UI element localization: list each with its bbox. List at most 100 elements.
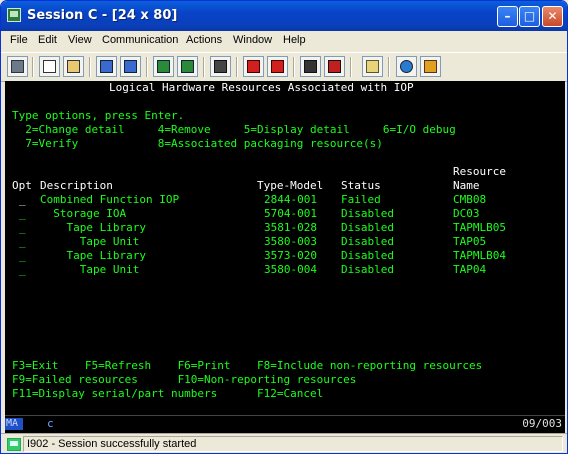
paste-button[interactable]: [63, 56, 84, 77]
option-input-field[interactable]: _: [19, 207, 26, 221]
row-description: Tape Library: [40, 249, 146, 262]
row-type-model: 3581-028: [264, 221, 317, 234]
keyboard-icon: [214, 60, 227, 73]
screen-heading: Logical Hardware Resources Associated wi…: [109, 81, 414, 94]
session-icon[interactable]: [7, 8, 21, 22]
options-line-1: 2=Change detail 4=Remove 5=Display detai…: [12, 123, 456, 136]
row-description: Tape Unit: [40, 235, 140, 248]
menu-communication[interactable]: Communication: [102, 34, 178, 46]
globe-button[interactable]: [396, 56, 417, 77]
row-type-model: 5704-001: [264, 207, 317, 220]
toolbar-separator: [32, 57, 34, 77]
row-description: Storage IOA: [40, 207, 127, 220]
close-button[interactable]: ✕: [542, 6, 563, 27]
receive-file-icon: [124, 60, 137, 73]
row-description: Tape Library: [40, 221, 146, 234]
copy-icon: [43, 60, 56, 73]
toolbar-separator: [89, 57, 91, 77]
row-type-model: 2844-001: [264, 193, 317, 206]
column-name-header: Name: [453, 179, 480, 192]
function-keys-line-1: F3=Exit F5=Refresh F6=Print F8=Include n…: [12, 359, 483, 372]
option-input-field[interactable]: _: [19, 263, 26, 277]
run-macro-button[interactable]: [324, 56, 345, 77]
row-type-model: 3580-004: [264, 263, 317, 276]
keyboard-button[interactable]: [210, 56, 231, 77]
title-bar[interactable]: Session C - [24 x 80] – □ ✕: [1, 1, 567, 31]
stop-macro-button[interactable]: [267, 56, 288, 77]
maximize-button[interactable]: □: [519, 6, 540, 27]
row-resource-name: TAPMLB04: [453, 249, 506, 262]
run-macro-icon: [328, 60, 341, 73]
paste-icon: [67, 60, 80, 73]
options-line-2: 7=Verify 8=Associated packaging resource…: [12, 137, 383, 150]
row-status: Disabled: [341, 249, 394, 262]
function-keys-line-2: F9=Failed resources F10=Non-reporting re…: [12, 373, 357, 386]
stop-macro-icon: [271, 60, 284, 73]
menu-bar: File Edit View Communication Actions Win…: [1, 31, 567, 51]
row-status: Failed: [341, 193, 381, 206]
window-title: Session C - [24 x 80]: [27, 8, 178, 23]
column-type-model-header: Type-Model: [257, 179, 324, 192]
emulator-window: Session C - [24 x 80] – □ ✕ File Edit Vi…: [0, 0, 568, 454]
quick-settings-icon: [181, 60, 194, 73]
play-macro-icon: [304, 60, 317, 73]
toolbar-separator: [236, 57, 238, 77]
option-input-field[interactable]: _: [19, 193, 26, 207]
row-resource-name: DC03: [453, 207, 480, 220]
status-bar: I902 - Session successfully started: [1, 433, 567, 453]
record-macro-button[interactable]: [243, 56, 264, 77]
menu-actions[interactable]: Actions: [186, 34, 222, 46]
row-resource-name: CMB08: [453, 193, 487, 206]
send-file-icon: [100, 60, 113, 73]
operator-information-area: MA c 09/003: [5, 415, 565, 433]
column-opt-header: Opt: [12, 179, 32, 192]
column-description-header: Description: [40, 179, 113, 192]
connection-indicator: c: [47, 417, 54, 430]
display-keypad-button[interactable]: [153, 56, 174, 77]
row-status: Disabled: [341, 207, 394, 220]
terminal-screen[interactable]: Logical Hardware Resources Associated wi…: [5, 81, 565, 415]
customize-icon: [424, 60, 437, 73]
menu-edit[interactable]: Edit: [38, 34, 57, 46]
play-macro-button[interactable]: [300, 56, 321, 77]
row-type-model: 3573-020: [264, 249, 317, 262]
customize-button[interactable]: [420, 56, 441, 77]
copy-button[interactable]: [39, 56, 60, 77]
option-input-field[interactable]: _: [19, 235, 26, 249]
mode-indicator: MA: [5, 418, 23, 430]
cursor-position: 09/003: [522, 417, 562, 430]
menu-file[interactable]: File: [10, 34, 28, 46]
option-input-field[interactable]: _: [19, 249, 26, 263]
column-resource-header: Resource: [453, 165, 506, 178]
row-resource-name: TAPMLB05: [453, 221, 506, 234]
row-resource-name: TAP05: [453, 235, 487, 248]
menu-window[interactable]: Window: [233, 34, 272, 46]
clipboard-button[interactable]: [362, 56, 383, 77]
record-macro-icon: [247, 60, 260, 73]
row-description: Combined Function IOP: [40, 193, 180, 206]
display-keypad-icon: [157, 60, 170, 73]
send-file-button[interactable]: [96, 56, 117, 77]
instruction-text: Type options, press Enter.: [12, 109, 185, 122]
row-status: Disabled: [341, 263, 394, 276]
row-status: Disabled: [341, 235, 394, 248]
column-status-header: Status: [341, 179, 381, 192]
toolbar-separator: [146, 57, 148, 77]
menu-help[interactable]: Help: [283, 34, 306, 46]
toolbar-separator: [203, 57, 205, 77]
toolbar: [1, 52, 567, 82]
row-type-model: 3580-003: [264, 235, 317, 248]
menu-view[interactable]: View: [68, 34, 92, 46]
session-status-icon: [7, 438, 21, 451]
toolbar-separator: [293, 57, 295, 77]
receive-file-button[interactable]: [120, 56, 141, 77]
minimize-button[interactable]: –: [497, 6, 518, 27]
print-screen-button[interactable]: [7, 56, 28, 77]
clipboard-icon: [366, 60, 379, 73]
toolbar-separator: [350, 57, 352, 77]
option-input-field[interactable]: _: [19, 221, 26, 235]
status-message: I902 - Session successfully started: [27, 438, 197, 450]
quick-settings-button[interactable]: [177, 56, 198, 77]
globe-icon: [400, 60, 413, 73]
row-status: Disabled: [341, 221, 394, 234]
